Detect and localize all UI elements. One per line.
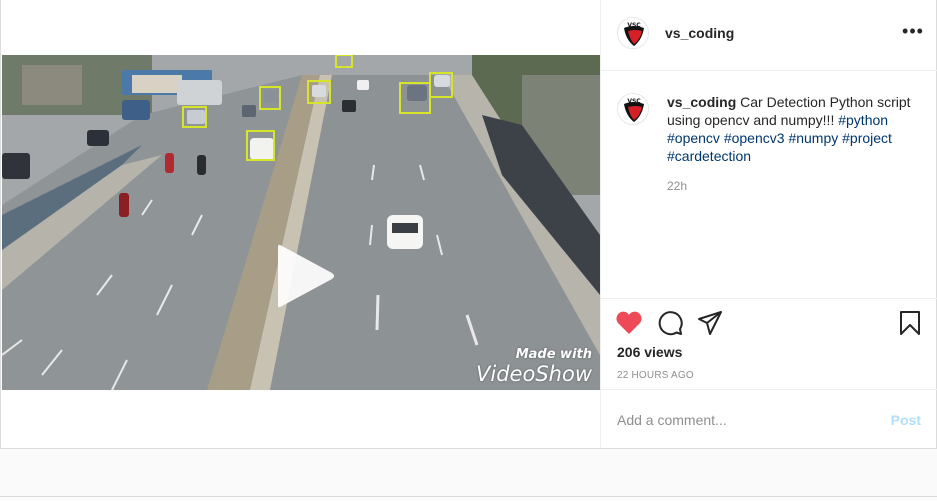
- save-button[interactable]: [896, 309, 924, 337]
- post-age: 22 HOURS AGO: [617, 370, 694, 381]
- caption-avatar[interactable]: VSC: [617, 93, 649, 125]
- heart-filled-icon: [616, 311, 642, 334]
- bookmark-icon: [900, 311, 920, 335]
- comment-input[interactable]: [617, 410, 867, 430]
- more-options-icon[interactable]: •••: [901, 22, 925, 42]
- video-frame: [2, 55, 600, 390]
- view-count[interactable]: 206 views: [617, 344, 682, 360]
- post-comment-button[interactable]: Post: [891, 412, 921, 428]
- action-bar: 206 views 22 HOURS AGO: [601, 299, 937, 390]
- avatar[interactable]: VSC: [617, 17, 649, 49]
- post-header: VSC vs_coding •••: [601, 0, 937, 71]
- avatar-logo-text: VSC: [627, 22, 641, 29]
- watermark-small-text: Made with: [515, 347, 592, 362]
- avatar-logo-text: VSC: [627, 98, 641, 105]
- comment-form: Post: [601, 390, 937, 448]
- caption-text: vs_coding Car Detection Python script us…: [667, 93, 917, 165]
- page-divider: [0, 496, 937, 497]
- hashtag-link[interactable]: #cardetection: [667, 148, 751, 164]
- send-icon: [698, 311, 722, 335]
- vsc-logo-icon: VSC: [618, 18, 648, 48]
- post-sidebar: VSC vs_coding ••• VSC vs_coding Car Dete…: [600, 0, 937, 448]
- hashtag-link[interactable]: #opencv: [667, 130, 720, 146]
- hashtag-link[interactable]: #numpy: [788, 130, 838, 146]
- hashtag-link[interactable]: #opencv3: [724, 130, 785, 146]
- video-watermark: Made with VideoShow: [476, 347, 592, 387]
- share-button[interactable]: [696, 309, 724, 337]
- header-username[interactable]: vs_coding: [665, 25, 734, 41]
- hashtag-link[interactable]: #python: [838, 112, 888, 128]
- caption-timestamp[interactable]: 22h: [667, 179, 687, 193]
- vsc-logo-icon: VSC: [618, 94, 648, 124]
- hashtag-link[interactable]: #project: [842, 130, 892, 146]
- play-button[interactable]: [274, 244, 338, 308]
- like-button[interactable]: [615, 309, 643, 337]
- comment-icon: [658, 311, 683, 336]
- video-player[interactable]: Made with VideoShow: [2, 55, 600, 390]
- play-icon: [278, 244, 334, 308]
- caption-username[interactable]: vs_coding: [667, 94, 736, 110]
- post-card: Made with VideoShow VSC vs_coding ••• VS…: [0, 0, 937, 449]
- watermark-brand-text: VideoShow: [476, 362, 592, 386]
- caption-area: VSC vs_coding Car Detection Python scrip…: [601, 71, 937, 299]
- comment-button[interactable]: [656, 309, 684, 337]
